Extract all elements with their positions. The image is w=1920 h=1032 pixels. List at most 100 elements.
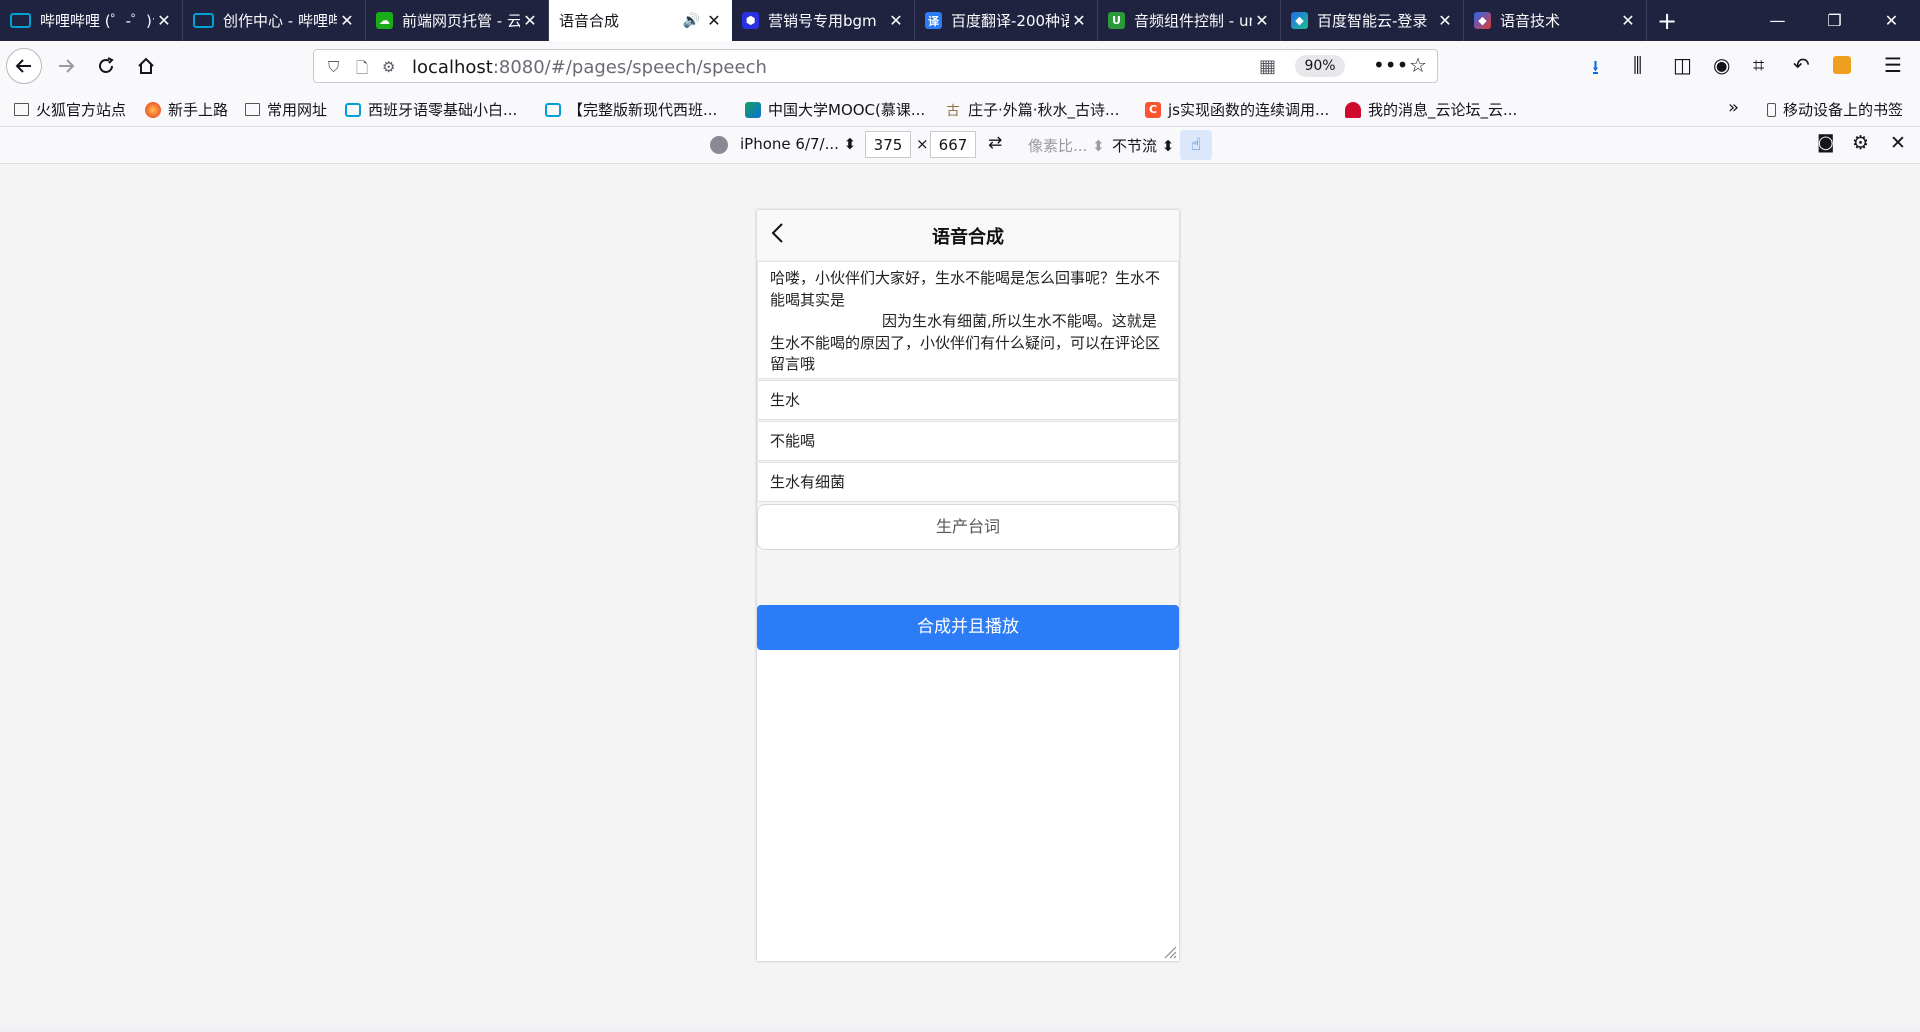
close-icon[interactable]: ✕ [1252,11,1272,30]
undo-icon[interactable]: ↶ [1793,53,1810,77]
close-icon[interactable]: ✕ [1069,11,1089,30]
bookmark-item[interactable]: Cjs实现函数的连续调用... [1145,99,1329,120]
tab-title: 音频组件控制 - uni-app [1134,12,1252,30]
bookmark-label: 西班牙语零基础小白... [368,101,518,119]
subject-input[interactable]: 生水 [757,380,1179,420]
gushi-icon: 古 [946,104,960,119]
tab-title: 语音技术 [1500,12,1561,30]
synthesize-play-button[interactable]: 合成并且播放 [757,605,1179,650]
dpr-select[interactable]: 像素比... ⬍ [1028,135,1105,156]
bookmark-label: 庄子·外篇·秋水_古诗... [968,101,1120,119]
bookmark-item[interactable]: 中国大学MOOC(慕课... [745,99,925,120]
bookmark-item[interactable]: 我的消息_云论坛_云... [1345,99,1517,120]
reload-icon [99,57,114,73]
bookmark-label: 常用网址 [267,101,328,119]
bookmark-item[interactable]: 西班牙语零基础小白... [345,99,517,120]
tab-bgm[interactable]: ⬢ 营销号专用bgm ✕ [732,0,915,41]
folder-icon [14,103,29,116]
viewport-width-input[interactable]: 375 [865,131,911,158]
bookmark-item[interactable]: 常用网址 [245,99,327,120]
page-icon[interactable]: 🗋 [356,58,368,83]
reload-button[interactable] [88,48,124,84]
close-icon[interactable]: ✕ [704,11,724,30]
translate-icon: 译 [925,12,942,29]
close-icon[interactable]: ✕ [154,11,174,30]
new-tab-button[interactable]: + [1647,0,1687,41]
url-text[interactable]: localhost:8080/#/pages/speech/speech [412,57,767,78]
tab-title: 哔哩哔哩 (゜-゜)つロ 干杯~ [40,12,154,30]
forward-button[interactable] [48,48,84,84]
bookmark-item[interactable]: 【完整版新现代西班... [545,99,717,120]
shield-icon[interactable]: ⛉ [328,58,339,76]
extension-icon[interactable] [1833,56,1851,74]
tab-creator-center[interactable]: 创作中心 - 哔哩哔哩 ✕ [183,0,366,41]
device-select[interactable]: iPhone 6/7/... ⬍ [740,135,856,153]
tab-title: 前端网页托管 - 云开发 [402,12,520,30]
settings-gear-icon[interactable]: ⚙ [1852,132,1869,154]
bilibili-icon [345,102,361,117]
menu-icon[interactable]: ☰ [1884,53,1902,77]
window-close-icon[interactable]: ✕ [1863,0,1920,41]
speaker-icon[interactable]: 🔊 [683,13,700,29]
minimize-icon[interactable]: — [1749,0,1806,41]
close-rdm-icon[interactable]: ✕ [1890,132,1906,154]
tab-title: 百度智能云-登录 [1317,12,1428,30]
viewport-height-input[interactable]: 667 [930,131,976,158]
touch-simulation-icon[interactable]: ☝ [1180,130,1212,160]
tab-uniapp-audio[interactable]: U 音频组件控制 - uni-app ✕ [1098,0,1281,41]
qr-code-icon[interactable]: ▦ [1259,56,1276,77]
screenshot-crop-icon[interactable]: ⌗ [1753,53,1764,77]
sidebar-icon[interactable]: ◫ [1673,53,1692,77]
tab-speech-synthesis[interactable]: 语音合成 🔊 ✕ [549,0,732,41]
bookmark-item[interactable]: 火狐官方站点 [14,99,126,120]
page-title: 语音合成 [932,227,1004,248]
rotate-icon[interactable]: ⇄ [988,133,1002,153]
account-icon[interactable]: ◉ [1713,53,1730,77]
back-button[interactable] [6,48,42,84]
generate-script-button[interactable]: 生产台词 [757,504,1179,550]
resize-handle-icon[interactable] [1163,945,1177,959]
close-icon[interactable]: ✕ [1618,11,1638,30]
permissions-icon[interactable]: ⚙ [382,58,395,76]
tab-web-hosting[interactable]: ☁ 前端网页托管 - 云开发 ✕ [366,0,549,41]
script-textarea[interactable]: 哈喽，小伙伴们大家好，生水不能喝是怎么回事呢？生水不能喝其实是 因为生水有细菌,… [757,261,1179,379]
navigation-toolbar: ⛉ 🗋 ⚙ localhost:8080/#/pages/speech/spee… [0,41,1920,91]
script-text-line: 因为生水有细菌,所以生水不能喝。这就是生水不能喝的原因了，小伙伴们有什么疑问，可… [770,312,1161,373]
address-bar[interactable]: ⛉ 🗋 ⚙ localhost:8080/#/pages/speech/spee… [313,49,1438,83]
bookmark-item[interactable]: 古庄子·外篇·秋水_古诗... [945,99,1119,120]
throttle-select[interactable]: 不节流 ⬍ [1112,135,1174,156]
close-icon[interactable]: ✕ [337,11,357,30]
tab-bilibili-home[interactable]: 哔哩哔哩 (゜-゜)つロ 干杯~ ✕ [0,0,183,41]
zoom-indicator[interactable]: 90% [1295,55,1345,77]
bookmark-label: 新手上路 [168,101,229,119]
page-blank-area [757,650,1179,961]
tab-speech-tech[interactable]: ◆ 语音技术 ✕ [1464,0,1647,41]
bookmark-item[interactable]: 新手上路 [145,99,228,120]
cloud-icon: ☁ [376,12,393,29]
bookmark-label: 火狐官方站点 [36,101,127,119]
device-viewport: 语音合成 哈喽，小伙伴们大家好，生水不能喝是怎么回事呢？生水不能喝其实是 因为生… [757,210,1179,961]
event-input[interactable]: 不能喝 [757,421,1179,461]
bookmark-star-icon[interactable]: ☆ [1409,53,1427,77]
camera-icon[interactable]: ◙ [1817,132,1834,153]
bilibili-icon [10,13,31,28]
more-actions-icon[interactable]: ••• [1373,53,1408,77]
close-icon[interactable]: ✕ [1435,11,1455,30]
bottom-edge [0,1028,1920,1032]
bilibili-icon [193,13,214,28]
mobile-bookmarks[interactable]: 移动设备上的书签 [1767,99,1903,120]
restore-icon[interactable]: ❐ [1806,0,1863,41]
bookmarks-overflow-icon[interactable]: » [1728,97,1739,118]
close-icon[interactable]: ✕ [886,11,906,30]
library-icon[interactable]: ⫼ [1633,53,1642,77]
home-button[interactable] [128,48,164,84]
uniapp-icon: U [1108,12,1125,29]
download-icon[interactable]: ⭳ [1592,53,1599,87]
device-icon [710,136,728,154]
bookmark-label: 中国大学MOOC(慕课... [768,101,926,119]
tab-baidu-translate[interactable]: 译 百度翻译-200种语言 ✕ [915,0,1098,41]
close-icon[interactable]: ✕ [520,11,540,30]
reason-input[interactable]: 生水有细菌 [757,462,1179,502]
tab-baidu-cloud-login[interactable]: ◆ 百度智能云-登录 ✕ [1281,0,1464,41]
responsive-design-toolbar: iPhone 6/7/... ⬍ 375 × 667 ⇄ 像素比... ⬍ 不节… [0,127,1920,164]
